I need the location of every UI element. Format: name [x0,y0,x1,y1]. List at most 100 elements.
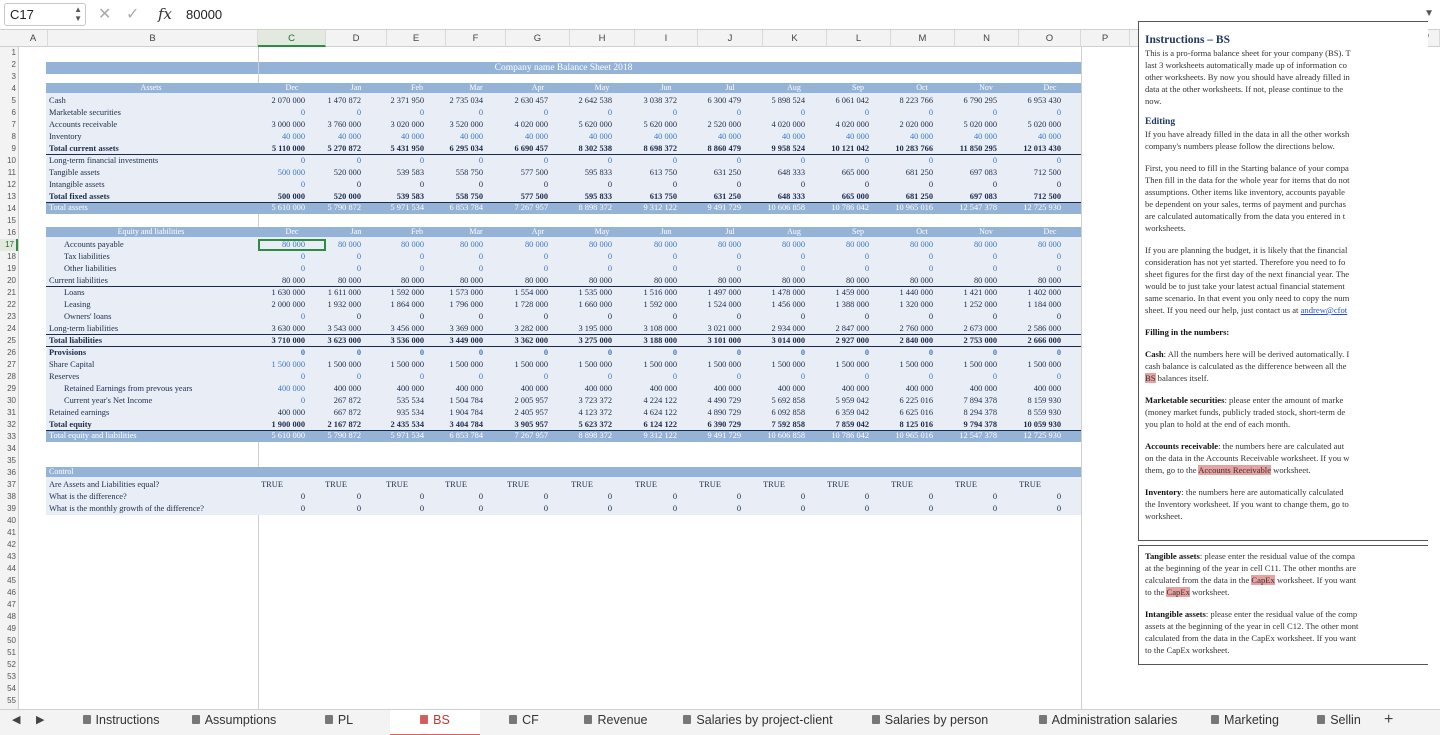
asset-cell[interactable]: 40 000 [937,131,997,143]
asset-cell[interactable]: 0 [301,179,361,191]
liab-cell[interactable]: 1 500 000 [423,359,484,371]
row-header-37[interactable]: 37 [0,479,18,491]
total-liab-cell[interactable]: 8 898 372 [552,430,613,442]
liab-cell[interactable]: 0 [809,311,869,323]
asset-cell[interactable]: 3 760 000 [301,119,362,131]
prev-sheet-icon[interactable]: ◀ [12,713,20,726]
liab-cell[interactable]: 1 500 000 [873,359,934,371]
liab-cell[interactable]: 80 000 [681,239,741,251]
asset-cell[interactable]: 697 083 [937,167,997,179]
asset-cell[interactable]: 0 [745,179,805,191]
row-header-15[interactable]: 15 [0,215,18,227]
control-cell[interactable]: TRUE [498,479,538,491]
asset-cell[interactable]: 0 [681,155,741,167]
liab-cell[interactable]: 8 159 930 [1001,395,1062,407]
expand-formula-icon[interactable]: ▼ [1424,8,1434,19]
row-header-46[interactable]: 46 [0,587,18,599]
row-header-12[interactable]: 12 [0,179,18,191]
total-liab-cell[interactable]: 9 312 122 [617,430,678,442]
liab-cell[interactable]: 1 592 000 [364,287,425,299]
row-header-44[interactable]: 44 [0,563,18,575]
row-header-5[interactable]: 5 [0,95,18,107]
liab-cell[interactable]: 80 000 [245,239,305,251]
total-liab-cell[interactable]: 12 725 930 [1001,430,1061,442]
liab-cell[interactable]: 0 [364,347,424,359]
row-header-10[interactable]: 10 [0,155,18,167]
control-cell[interactable]: TRUE [754,479,794,491]
row-header-36[interactable]: 36 [0,467,18,479]
control-cell[interactable]: 0 [552,491,612,503]
liab-cell[interactable]: 1 592 000 [617,299,678,311]
liab-cell[interactable]: 0 [809,371,869,383]
cancel-icon[interactable]: ✕ [98,4,111,24]
asset-cell[interactable]: 40 000 [245,131,305,143]
liab-cell[interactable]: 1 660 000 [552,299,613,311]
liab-cell[interactable]: 0 [937,263,997,275]
liab-cell[interactable]: 4 224 122 [617,395,678,407]
formula-input[interactable]: 80000 [186,7,222,22]
liab-cell[interactable]: 1 500 000 [245,359,306,371]
liab-cell[interactable]: 0 [617,371,677,383]
asset-cell[interactable]: 40 000 [364,131,424,143]
liab-cell[interactable]: 0 [1001,251,1061,263]
liab-cell[interactable]: 400 000 [681,383,741,395]
liab-cell[interactable]: 0 [488,371,548,383]
asset-cell[interactable]: 3 020 000 [364,119,425,131]
liab-cell[interactable]: 0 [745,371,805,383]
liab-cell[interactable]: 0 [745,263,805,275]
liab-cell[interactable]: 1 611 000 [301,287,361,299]
liab-cell[interactable]: 0 [937,347,997,359]
row-header-23[interactable]: 23 [0,311,18,323]
liab-cell[interactable]: 0 [552,347,612,359]
liab-cell[interactable]: 8 559 930 [1001,407,1062,419]
row-header-14[interactable]: 14 [0,203,18,215]
asset-cell[interactable]: 0 [245,107,305,119]
control-cell[interactable]: TRUE [882,479,922,491]
row-header-47[interactable]: 47 [0,599,18,611]
asset-cell[interactable]: 3 000 000 [245,119,306,131]
liab-cell[interactable]: 1 864 000 [364,299,425,311]
asset-cell[interactable]: 40 000 [617,131,677,143]
control-cell[interactable]: 0 [937,503,997,515]
control-cell[interactable]: 0 [364,503,424,515]
liab-cell[interactable]: 0 [488,263,548,275]
liab-cell[interactable]: 4 123 372 [552,407,613,419]
liab-cell[interactable]: 400 000 [423,383,483,395]
control-cell[interactable]: 0 [245,503,305,515]
asset-cell[interactable]: 1 470 872 [301,95,362,107]
liab-cell[interactable]: 0 [809,251,869,263]
control-cell[interactable]: 0 [745,503,805,515]
liab-cell[interactable]: 400 000 [745,383,805,395]
asset-cell[interactable]: 0 [301,107,361,119]
liab-cell[interactable]: 0 [617,251,677,263]
liab-cell[interactable]: 1 932 000 [301,299,362,311]
row-header-39[interactable]: 39 [0,503,18,515]
asset-cell[interactable]: 4 020 000 [745,119,806,131]
asset-cell[interactable]: 595 833 [552,167,612,179]
total-assets-cell[interactable]: 5 790 872 [301,202,362,214]
liab-cell[interactable]: 0 [423,347,483,359]
column-header-e[interactable]: E [387,30,446,47]
row-header-49[interactable]: 49 [0,623,18,635]
row-header-53[interactable]: 53 [0,671,18,683]
total-liab-cell[interactable]: 12 547 378 [937,430,997,442]
control-cell[interactable]: 0 [937,491,997,503]
asset-cell[interactable]: 0 [301,155,361,167]
asset-cell[interactable]: 613 750 [617,167,677,179]
row-header-6[interactable]: 6 [0,107,18,119]
liab-cell[interactable]: 0 [552,251,612,263]
asset-cell[interactable]: 712 500 [1001,167,1061,179]
row-header-43[interactable]: 43 [0,551,18,563]
total-assets-cell[interactable]: 6 853 784 [423,202,484,214]
control-cell[interactable]: TRUE [626,479,666,491]
liab-cell[interactable]: 1 535 000 [552,287,613,299]
row-header-45[interactable]: 45 [0,575,18,587]
control-cell[interactable]: 0 [873,491,933,503]
asset-cell[interactable]: 2 070 000 [245,95,306,107]
column-header-h[interactable]: H [570,30,635,47]
column-header-n[interactable]: N [955,30,1019,47]
asset-cell[interactable]: 2 735 034 [423,95,484,107]
liab-cell[interactable]: 1 252 000 [937,299,998,311]
column-header-j[interactable]: J [698,30,763,47]
liab-cell[interactable]: 0 [245,347,305,359]
